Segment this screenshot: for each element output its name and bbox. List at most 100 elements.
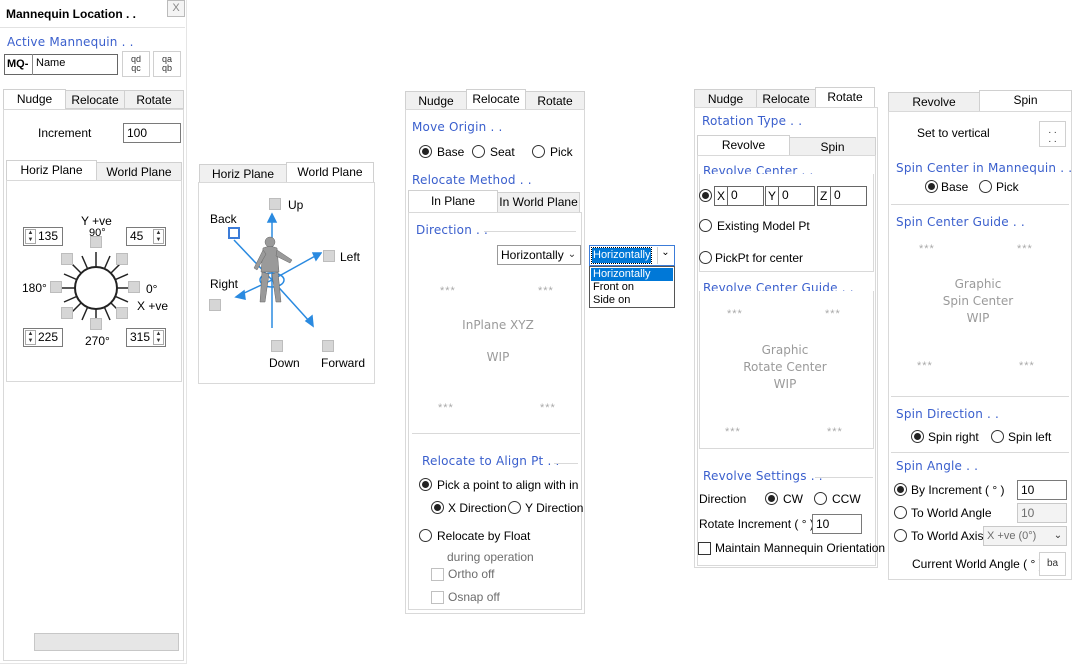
spin-base-radio[interactable] [925,180,938,193]
y-direction-label: Y Direction [525,501,584,515]
tab-horiz-plane[interactable]: Horiz Plane [199,164,287,183]
y-direction-radio[interactable] [508,501,521,514]
z-input[interactable]: 0 [830,186,867,206]
name-input[interactable]: Name [32,54,119,75]
left-button[interactable] [323,250,335,262]
tab-spin[interactable]: Spin [979,90,1072,112]
deg-270-label: 270° [85,334,110,348]
to-world-angle-input[interactable]: 10 [1017,503,1067,523]
increment-input[interactable]: 100 [123,123,181,143]
down-button[interactable] [271,340,283,352]
to-world-axis-radio[interactable] [894,529,907,542]
tab-revolve[interactable]: Revolve [697,135,790,156]
origin-base-radio[interactable] [419,145,432,158]
tab-nudge[interactable]: Nudge [405,91,467,110]
tab-spin[interactable]: Spin [789,137,876,156]
dir-e[interactable] [128,281,140,293]
placeholder-stars: *** [827,426,843,438]
tab-world-plane[interactable]: World Plane [96,162,182,181]
tab-relocate[interactable]: Relocate [65,90,125,109]
ccw-radio[interactable] [814,492,827,505]
tab-relocate[interactable]: Relocate [756,89,816,108]
tab-world-plane[interactable]: World Plane [286,162,374,183]
tab-in-world-plane[interactable]: In World Plane [497,192,580,213]
spin-315[interactable]: 315 ▲ ▼ [126,328,166,347]
dropdown-select[interactable]: Horizontally ⌄ [589,245,675,266]
stepper-icon[interactable]: ▲ ▼ [25,330,36,345]
spin-base-label: Base [941,180,969,194]
origin-pick-radio[interactable] [532,145,545,158]
direction-dropdown: Horizontally ⌄ Horizontally Front on Sid… [589,245,676,308]
forward-button[interactable] [322,340,334,352]
rotate-increment-input[interactable]: 10 [812,514,862,534]
existing-pt-radio[interactable] [699,219,712,232]
by-increment-radio[interactable] [894,483,907,496]
x-input[interactable]: 0 [727,186,764,206]
dir-sw[interactable] [61,307,73,319]
mq-field[interactable]: MQ- Name [4,54,118,75]
dir-n[interactable] [90,236,102,248]
dir-w[interactable] [50,281,62,293]
revolve-wip-text: Graphic Rotate Center WIP [743,343,827,391]
world-plane-panel: Horiz Plane World Plane Back Up Left Rig… [197,160,379,388]
mannequin-button-2[interactable]: qa qb [153,51,181,77]
revolve-settings-group: Revolve Settings . . [703,469,823,483]
y-input[interactable]: 0 [778,186,815,206]
tab-revolve[interactable]: Revolve [888,92,980,112]
to-world-angle-radio[interactable] [894,506,907,519]
xyz-radio[interactable] [699,189,712,202]
spin-pick-radio[interactable] [979,180,992,193]
stepper-icon[interactable]: ▲ ▼ [153,229,164,244]
dropdown-option[interactable]: Horizontally [591,268,673,281]
set-vertical-button[interactable]: . . . . [1039,121,1066,147]
placeholder-stars: *** [540,402,556,414]
current-world-angle-button[interactable]: ba [1039,552,1066,576]
dir-nw[interactable] [61,253,73,265]
dir-ne[interactable] [116,253,128,265]
spin-45[interactable]: 45 ▲ ▼ [126,227,166,246]
dir-s[interactable] [90,318,102,330]
spin-right-radio[interactable] [911,430,924,443]
spin-135[interactable]: ▲ ▼ 135 [23,227,63,246]
tab-nudge[interactable]: Nudge [694,89,757,108]
spin-225[interactable]: ▲ ▼ 225 [23,328,63,347]
world-axis-select[interactable]: X +ve (0°) ⌄ [983,526,1067,546]
spin-wip-text: Graphic Spin Center WIP [942,277,1014,325]
stepper-icon[interactable]: ▲ ▼ [153,330,164,345]
dir-se[interactable] [116,307,128,319]
x-direction-label: X Direction [448,501,507,515]
tab-in-plane[interactable]: In Plane [408,190,498,213]
stepper-icon[interactable]: ▲ ▼ [25,229,36,244]
placeholder-stars: *** [919,243,935,255]
dropdown-value: Horizontally [590,247,653,264]
mannequin-button-1[interactable]: qd qc [122,51,150,77]
up-button[interactable] [269,198,281,210]
y-field[interactable]: Y 0 [765,186,815,206]
direction-select[interactable]: Horizontally ⌄ [497,245,581,265]
right-button[interactable] [209,299,221,311]
ortho-checkbox[interactable] [431,568,444,581]
x-field[interactable]: X 0 [714,186,764,206]
osnap-checkbox[interactable] [431,591,444,604]
dropdown-option[interactable]: Side on [591,294,673,307]
tab-nudge[interactable]: Nudge [3,89,66,110]
close-button[interactable]: X [167,0,185,17]
by-increment-input[interactable]: 10 [1017,480,1067,500]
tab-relocate[interactable]: Relocate [466,89,526,110]
spin-left-radio[interactable] [991,430,1004,443]
z-field[interactable]: Z 0 [817,186,867,206]
tab-horiz-plane[interactable]: Horiz Plane [6,160,97,181]
dropdown-option[interactable]: Front on [591,281,673,294]
spin-angle-group: Spin Angle . . [896,459,979,473]
origin-seat-radio[interactable] [472,145,485,158]
relocate-float-radio[interactable] [419,529,432,542]
pickpt-radio[interactable] [699,251,712,264]
maintain-orientation-checkbox[interactable] [698,542,711,555]
tab-rotate[interactable]: Rotate [815,87,875,108]
pick-align-radio[interactable] [419,478,432,491]
x-direction-radio[interactable] [431,501,444,514]
cw-radio[interactable] [765,492,778,505]
origin-seat-label: Seat [490,145,515,159]
tab-rotate[interactable]: Rotate [124,90,184,109]
tab-rotate[interactable]: Rotate [525,91,585,110]
